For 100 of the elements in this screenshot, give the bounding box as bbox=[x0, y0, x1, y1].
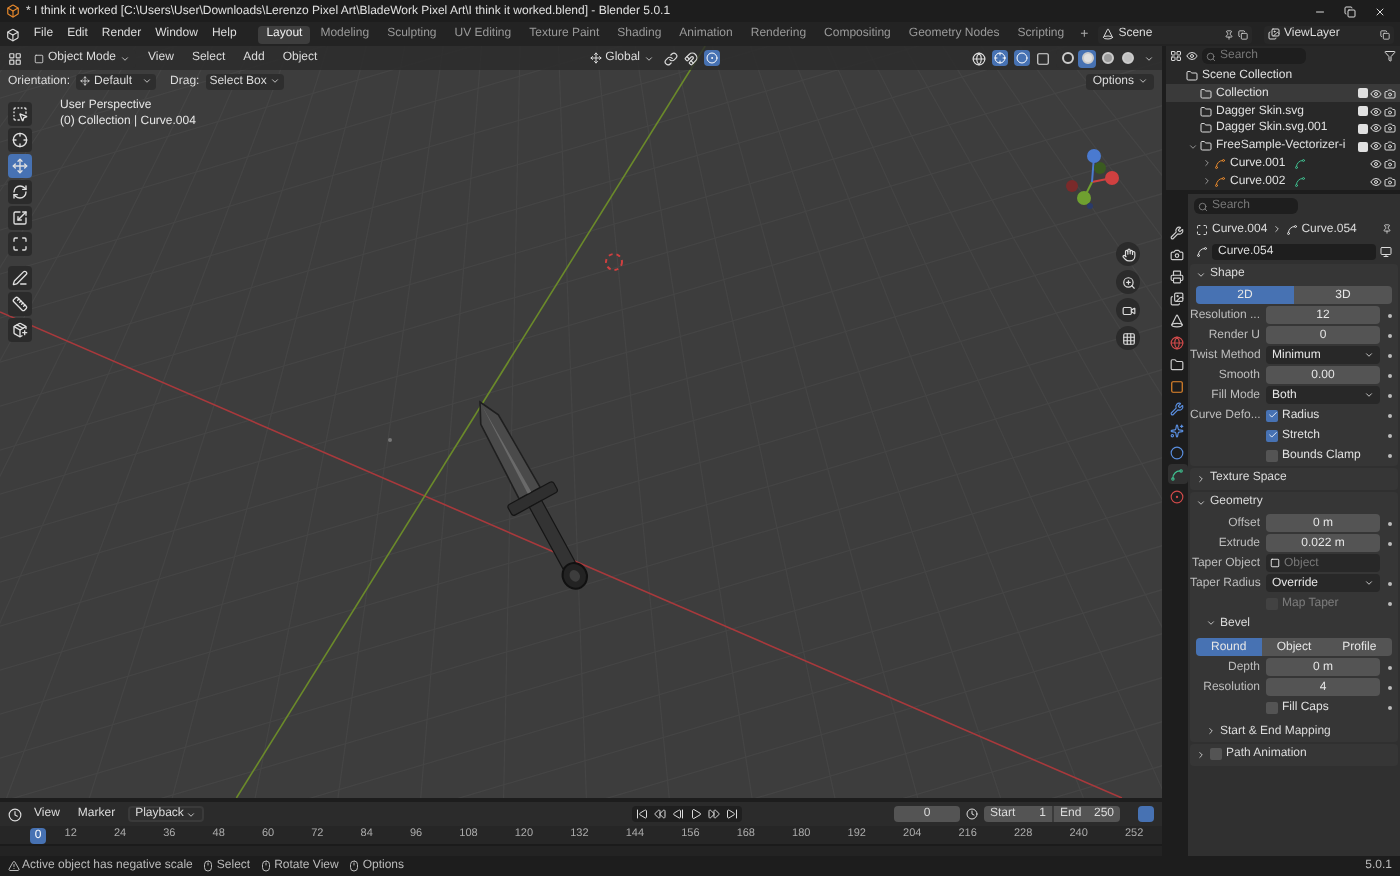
tool-button[interactable] bbox=[8, 180, 32, 204]
square-icon bbox=[1170, 379, 1184, 393]
proportional-edit-button[interactable] bbox=[704, 50, 720, 66]
playback-button[interactable] bbox=[634, 806, 650, 822]
pin-icon bbox=[1224, 29, 1235, 39]
skip-back-icon bbox=[636, 808, 648, 820]
overlay-toggle[interactable] bbox=[1014, 50, 1030, 66]
square-icon bbox=[34, 53, 44, 63]
tool-button[interactable] bbox=[8, 266, 32, 290]
stopwatch-icon bbox=[966, 808, 978, 820]
hand-icon bbox=[1121, 247, 1135, 261]
shading-mode-button[interactable] bbox=[1098, 49, 1116, 67]
clock-icon bbox=[8, 807, 22, 821]
eye-icon bbox=[1370, 157, 1382, 170]
folder-icon bbox=[1200, 105, 1212, 118]
shading-mode-button[interactable] bbox=[1078, 49, 1096, 67]
curve-icon bbox=[1214, 175, 1226, 188]
checkbox[interactable] bbox=[1358, 123, 1368, 134]
shading-mode-button[interactable] bbox=[1118, 49, 1136, 67]
play-icon bbox=[690, 808, 702, 820]
checkbox[interactable] bbox=[1358, 106, 1368, 117]
tool-button[interactable] bbox=[8, 292, 32, 316]
square-icon bbox=[1270, 558, 1280, 568]
checkbox[interactable] bbox=[1210, 748, 1222, 760]
chevron-down-icon bbox=[1364, 390, 1374, 400]
gizmo-icon bbox=[972, 51, 986, 65]
rotate-icon bbox=[12, 184, 28, 200]
restore-icon bbox=[1344, 5, 1356, 17]
folder-icon bbox=[1170, 357, 1184, 371]
playback-button[interactable] bbox=[724, 806, 740, 822]
folder-icon bbox=[1186, 70, 1198, 83]
navigation-gizmo-icon bbox=[1064, 146, 1120, 210]
properties-tab[interactable] bbox=[1167, 442, 1187, 462]
axes-icon bbox=[589, 52, 602, 64]
wrench-icon bbox=[1170, 225, 1184, 239]
chevron-down-icon bbox=[1188, 141, 1198, 152]
add-cube-icon bbox=[12, 322, 28, 338]
zoom-icon bbox=[1121, 275, 1135, 289]
chevron-down-icon bbox=[120, 53, 131, 63]
filter-icon bbox=[1384, 50, 1396, 63]
ruler-icon bbox=[12, 296, 28, 312]
circle-icon bbox=[1170, 445, 1184, 459]
fast-forward-icon bbox=[708, 808, 720, 820]
eye-icon bbox=[1370, 87, 1382, 100]
minimize-icon bbox=[1314, 5, 1326, 17]
copy-icon bbox=[1238, 29, 1249, 39]
scale-icon bbox=[12, 210, 28, 226]
properties-tab[interactable] bbox=[1167, 310, 1187, 330]
properties-tab[interactable] bbox=[1167, 244, 1187, 264]
printer-icon bbox=[1170, 269, 1184, 283]
folder-icon bbox=[1200, 87, 1212, 100]
playback-button[interactable] bbox=[652, 806, 668, 822]
chevron-down-icon bbox=[644, 53, 654, 63]
properties-tab[interactable] bbox=[1167, 420, 1187, 440]
sparkles-icon bbox=[1170, 423, 1184, 437]
camera-icon bbox=[1384, 157, 1396, 170]
curve-data-icon bbox=[1293, 157, 1306, 170]
tool-button[interactable] bbox=[8, 102, 32, 126]
chevron-down-icon bbox=[1206, 618, 1216, 628]
properties-tab[interactable] bbox=[1167, 464, 1187, 484]
chevron-down-icon bbox=[142, 76, 153, 86]
warning-icon bbox=[8, 860, 20, 872]
properties-tab[interactable] bbox=[1167, 376, 1187, 396]
mouse-icon bbox=[260, 860, 273, 872]
tool-button[interactable] bbox=[8, 318, 32, 342]
tool-button[interactable] bbox=[8, 232, 32, 256]
playback-button[interactable] bbox=[688, 806, 704, 822]
checkbox[interactable] bbox=[1266, 409, 1278, 421]
checkbox[interactable] bbox=[1266, 701, 1278, 713]
search-icon bbox=[1206, 51, 1216, 62]
checkbox[interactable] bbox=[1266, 429, 1278, 441]
wrench-icon bbox=[1170, 401, 1184, 415]
chevron-down-icon bbox=[1196, 497, 1206, 507]
xray-toggle[interactable] bbox=[992, 50, 1008, 66]
checkbox[interactable] bbox=[1358, 88, 1368, 99]
curve-icon bbox=[1214, 157, 1226, 170]
checkbox[interactable] bbox=[1358, 141, 1368, 152]
tool-button[interactable] bbox=[8, 154, 32, 178]
chevron-right-icon bbox=[1271, 224, 1282, 234]
checkbox[interactable] bbox=[1266, 449, 1278, 461]
3d-cursor-icon bbox=[604, 252, 624, 272]
square-icon bbox=[1036, 51, 1050, 65]
shading-mode-button[interactable] bbox=[1058, 49, 1076, 67]
playback-button[interactable] bbox=[706, 806, 722, 822]
tool-button[interactable] bbox=[8, 128, 32, 152]
camera-icon bbox=[1384, 105, 1396, 118]
chevron-down-icon bbox=[1138, 76, 1148, 86]
cone-icon bbox=[1102, 28, 1115, 40]
properties-tab[interactable] bbox=[1167, 288, 1187, 308]
editor-type-icon bbox=[1170, 50, 1182, 63]
chevron-down-icon bbox=[185, 809, 196, 819]
tool-button[interactable] bbox=[8, 206, 32, 230]
properties-tab[interactable] bbox=[1167, 266, 1187, 286]
properties-tab[interactable] bbox=[1167, 398, 1187, 418]
curve-icon bbox=[1170, 467, 1184, 481]
mouse-icon bbox=[202, 860, 215, 872]
curve-data-icon bbox=[1293, 175, 1306, 188]
properties-tab[interactable] bbox=[1167, 354, 1187, 374]
cone-icon bbox=[1170, 313, 1184, 327]
playback-button[interactable] bbox=[670, 806, 686, 822]
